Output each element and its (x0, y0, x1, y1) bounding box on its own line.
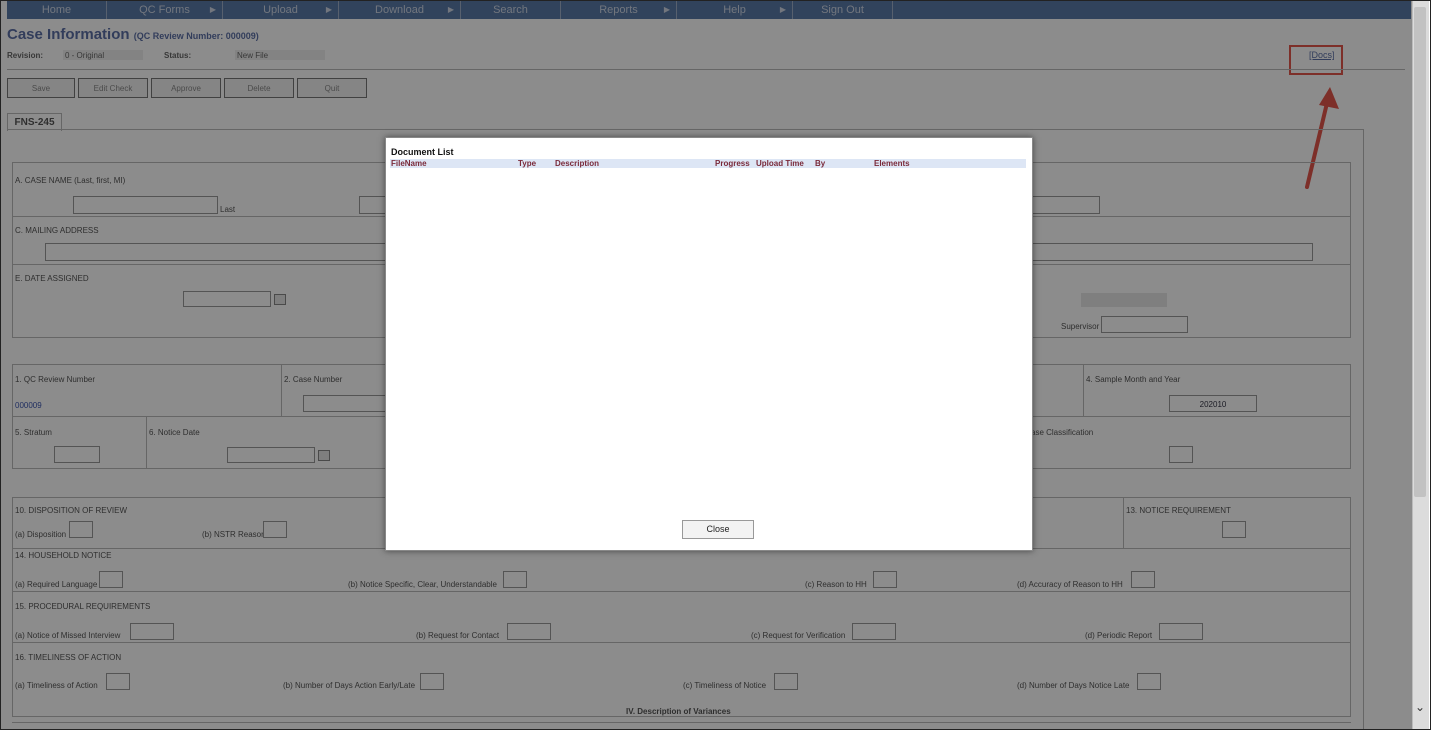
close-button[interactable]: Close (682, 520, 754, 539)
scrollbar-thumb[interactable] (1414, 7, 1426, 497)
column-progress: Progress (715, 159, 750, 168)
browser-viewport: Home QC Forms ▶ Upload ▶ Download ▶ Search … (0, 0, 1431, 730)
column-description: Description (555, 159, 600, 168)
dialog-title: Document List (391, 147, 454, 157)
document-table-header: FileName Type Description Progress Uploa… (390, 159, 1026, 168)
column-elements: Elements (874, 159, 910, 168)
chevron-down-icon[interactable]: ⌄ (1412, 697, 1428, 717)
column-by: By (815, 159, 826, 168)
column-upload-time: Upload Time (756, 159, 804, 168)
column-filename: FileName (391, 159, 427, 168)
column-type: Type (518, 159, 537, 168)
document-list-dialog: Document List FileName Type Description … (385, 137, 1033, 551)
